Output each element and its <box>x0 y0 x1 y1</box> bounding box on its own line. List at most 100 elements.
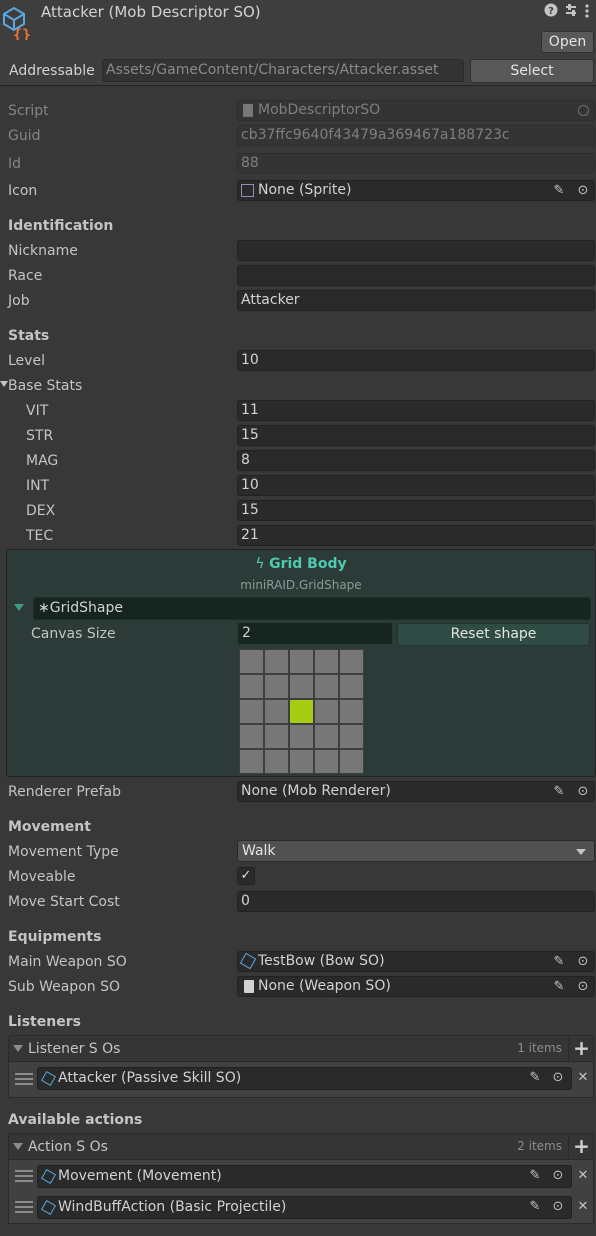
object-picker-icon[interactable]: ⊙ <box>573 977 593 996</box>
grid-cell-filled[interactable] <box>289 699 314 724</box>
edit-pencil-icon[interactable]: ✎ <box>525 1166 545 1185</box>
stat-label-mag: MAG <box>26 453 59 469</box>
action-list-label[interactable]: Action S Os <box>28 1137 108 1157</box>
reset-shape-button[interactable]: Reset shape <box>397 623 590 646</box>
action-add-button[interactable]: + <box>568 1135 594 1159</box>
edit-pencil-icon[interactable]: ✎ <box>525 1068 545 1087</box>
grid-cell[interactable] <box>339 749 364 774</box>
move-start-cost-input[interactable]: 0 <box>237 891 595 912</box>
remove-item-icon[interactable]: ✕ <box>573 1197 593 1216</box>
grid-cell[interactable] <box>239 674 264 699</box>
stat-input-dex[interactable]: 15 <box>237 500 595 521</box>
more-options-icon[interactable] <box>580 3 594 22</box>
nickname-label: Nickname <box>8 243 78 259</box>
base-stats-foldout[interactable]: Base Stats <box>8 376 82 396</box>
listener-list-label[interactable]: Listener S Os <box>28 1039 120 1059</box>
grid-cell[interactable] <box>314 674 339 699</box>
object-picker-icon[interactable]: ⊙ <box>548 1166 568 1185</box>
object-picker-icon[interactable]: ⊙ <box>548 1068 568 1087</box>
remove-item-icon[interactable]: ✕ <box>573 1166 593 1185</box>
address-path-field[interactable]: Assets/GameContent/Characters/Attacker.a… <box>102 59 464 82</box>
shape-grid <box>239 649 366 776</box>
grid-cell[interactable] <box>239 724 264 749</box>
icon-value: None (Sprite) <box>258 182 352 198</box>
drag-handle-icon[interactable] <box>15 1073 33 1085</box>
listener-item-field[interactable]: Attacker (Passive Skill SO) <box>37 1067 572 1090</box>
grid-cell[interactable] <box>264 699 289 724</box>
addressable-toggle-label[interactable]: Addressable <box>9 61 95 81</box>
drag-handle-icon[interactable] <box>15 1201 33 1213</box>
job-input[interactable]: Attacker <box>237 290 595 311</box>
moveable-checkbox[interactable]: ✓ <box>237 867 255 885</box>
sprite-icon <box>241 184 254 197</box>
grid-body-glyph-icon: ϟ <box>255 556 270 572</box>
icon-object-field[interactable]: None (Sprite) <box>237 180 595 201</box>
movement-header: Movement <box>8 819 91 835</box>
listener-foldout-arrow[interactable] <box>13 1045 23 1052</box>
identification-header: Identification <box>8 218 114 234</box>
grid-cell[interactable] <box>314 724 339 749</box>
object-picker-icon[interactable]: ⊙ <box>573 181 593 200</box>
drag-handle-icon[interactable] <box>15 1170 33 1182</box>
grid-cell[interactable] <box>239 699 264 724</box>
action-item-field[interactable]: WindBuffAction (Basic Projectile) <box>37 1196 572 1219</box>
grid-cell[interactable] <box>264 674 289 699</box>
movement-type-label: Movement Type <box>8 844 119 860</box>
nickname-input[interactable] <box>237 240 595 261</box>
edit-pencil-icon[interactable]: ✎ <box>549 952 569 971</box>
gridshape-label: GridShape <box>49 600 123 616</box>
moveable-label: Moveable <box>8 869 76 885</box>
action-item-field[interactable]: Movement (Movement) <box>37 1165 572 1188</box>
object-picker-icon[interactable]: ⊙ <box>573 952 593 971</box>
stat-input-mag[interactable]: 8 <box>237 450 595 471</box>
grid-cell[interactable] <box>289 674 314 699</box>
canvas-size-input[interactable]: 2 <box>237 622 393 645</box>
grid-cell[interactable] <box>264 749 289 774</box>
stat-input-vit[interactable]: 11 <box>237 400 595 421</box>
grid-cell[interactable] <box>339 699 364 724</box>
grid-cell[interactable] <box>339 724 364 749</box>
edit-pencil-icon[interactable]: ✎ <box>549 181 569 200</box>
grid-cell[interactable] <box>314 699 339 724</box>
object-picker-icon[interactable]: ⊙ <box>573 782 593 801</box>
grid-cell[interactable] <box>339 649 364 674</box>
grid-cell[interactable] <box>264 724 289 749</box>
open-button[interactable]: Open <box>541 31 594 53</box>
gridshape-foldout-arrow[interactable] <box>14 604 24 611</box>
stat-input-str[interactable]: 15 <box>237 425 595 446</box>
action-count: 2 items <box>517 1139 562 1153</box>
renderer-prefab-field[interactable]: None (Mob Renderer) <box>237 781 595 802</box>
listener-add-button[interactable]: + <box>568 1037 594 1061</box>
chevron-down-icon <box>576 849 586 855</box>
grid-cell[interactable] <box>289 649 314 674</box>
action-item-label: WindBuffAction (Basic Projectile) <box>58 1199 287 1215</box>
main-weapon-field[interactable]: TestBow (Bow SO) <box>237 951 595 972</box>
level-input[interactable]: 10 <box>237 350 595 371</box>
remove-item-icon[interactable]: ✕ <box>573 1068 593 1087</box>
grid-cell[interactable] <box>314 649 339 674</box>
action-foldout-arrow[interactable] <box>13 1143 23 1150</box>
grid-cell[interactable] <box>289 724 314 749</box>
grid-cell[interactable] <box>239 649 264 674</box>
grid-cell[interactable] <box>264 649 289 674</box>
stat-input-tec[interactable]: 21 <box>237 525 595 546</box>
select-button[interactable]: Select <box>470 59 594 83</box>
grid-cell[interactable] <box>239 749 264 774</box>
preset-icon[interactable] <box>561 3 581 22</box>
object-picker-icon[interactable]: ⊙ <box>548 1197 568 1216</box>
base-stats-foldout-arrow[interactable] <box>0 381 8 387</box>
sub-weapon-field[interactable]: None (Weapon SO) <box>237 976 595 997</box>
grid-cell[interactable] <box>289 749 314 774</box>
id-label: Id <box>8 156 22 172</box>
edit-pencil-icon[interactable]: ✎ <box>549 977 569 996</box>
movement-type-dropdown[interactable]: Walk <box>237 840 595 862</box>
edit-pencil-icon[interactable]: ✎ <box>549 782 569 801</box>
stat-input-int[interactable]: 10 <box>237 475 595 496</box>
edit-pencil-icon[interactable]: ✎ <box>525 1197 545 1216</box>
gridshape-foldout[interactable]: ∗GridShape <box>33 597 591 620</box>
help-icon[interactable]: ? <box>541 3 561 22</box>
grid-cell[interactable] <box>314 749 339 774</box>
grid-cell[interactable] <box>339 674 364 699</box>
race-input[interactable] <box>237 265 595 286</box>
checkmark-icon: ✓ <box>240 868 252 883</box>
